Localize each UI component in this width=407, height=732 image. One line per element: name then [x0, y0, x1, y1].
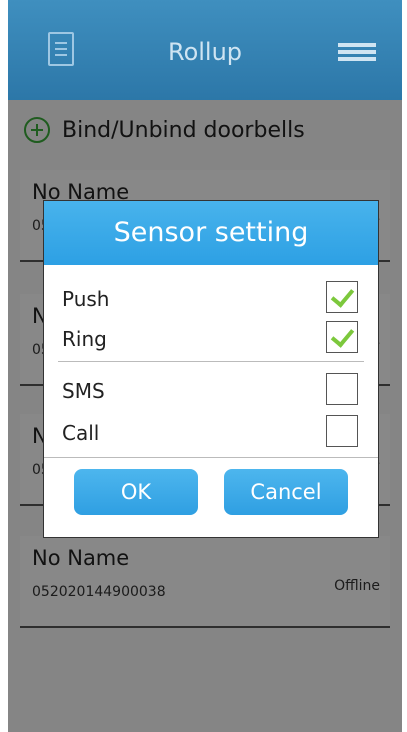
option-label: SMS [62, 379, 105, 403]
option-label: Ring [62, 327, 107, 351]
sensor-setting-dialog: Sensor setting Push Ring SMS Call OK Can… [43, 200, 379, 538]
dialog-title: Sensor setting [44, 201, 378, 265]
sms-checkbox[interactable] [326, 373, 358, 405]
option-label: Call [62, 421, 100, 445]
divider [58, 361, 364, 362]
ok-button[interactable]: OK [74, 469, 198, 515]
option-sms[interactable]: SMS [62, 373, 362, 409]
call-checkbox[interactable] [326, 415, 358, 447]
push-checkbox[interactable] [326, 281, 358, 313]
menu-icon[interactable] [338, 43, 376, 61]
divider [44, 457, 378, 458]
option-ring[interactable]: Ring [62, 321, 362, 357]
option-push[interactable]: Push [62, 281, 362, 317]
option-call[interactable]: Call [62, 415, 362, 451]
option-label: Push [62, 287, 110, 311]
ring-checkbox[interactable] [326, 321, 358, 353]
app-header: Rollup [8, 0, 402, 100]
cancel-button[interactable]: Cancel [224, 469, 348, 515]
